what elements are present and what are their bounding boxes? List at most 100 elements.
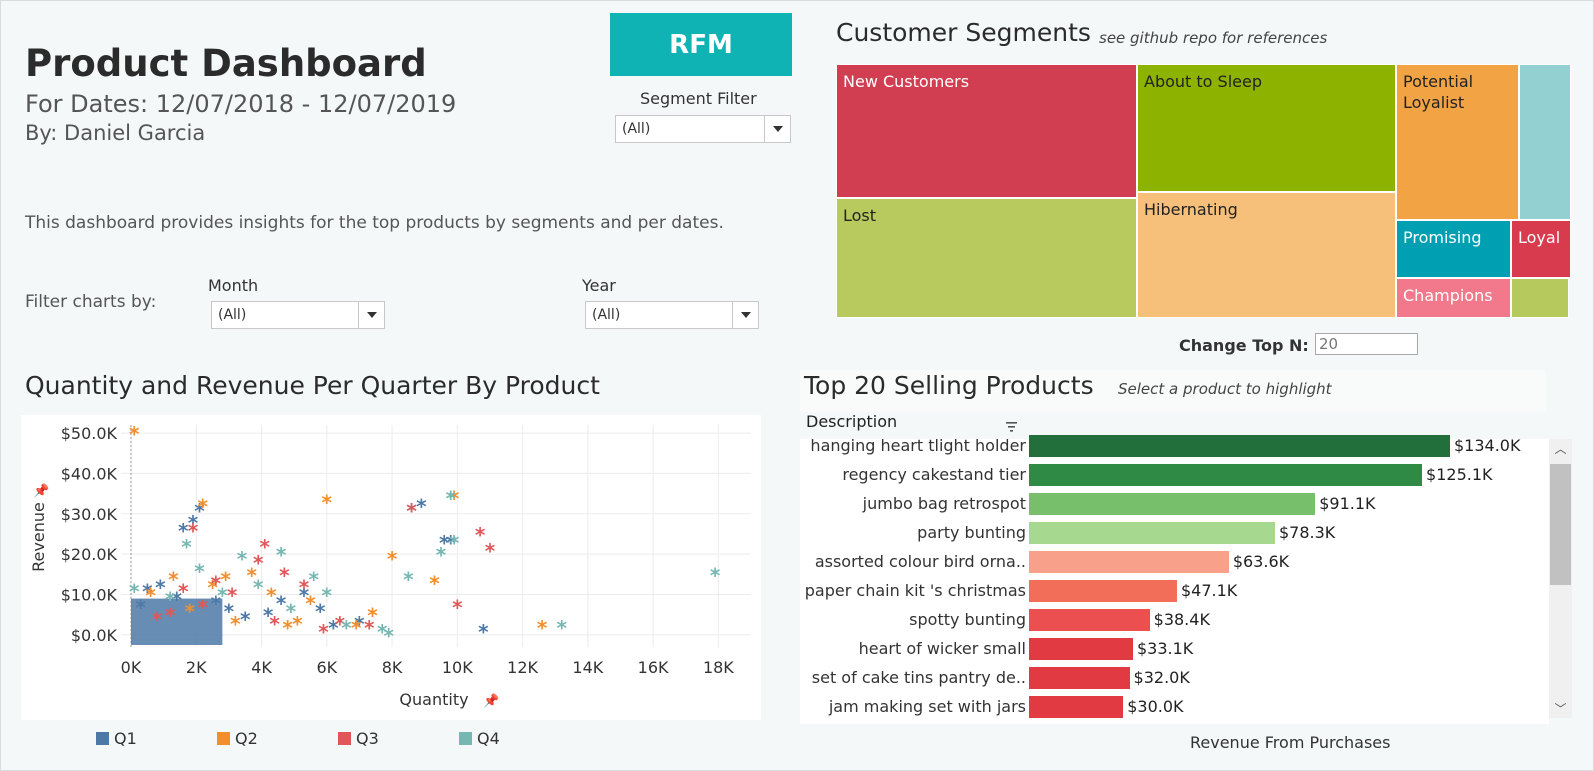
scrollbar-thumb[interactable] — [1550, 464, 1571, 585]
segment-tile[interactable]: Champions — [1396, 278, 1511, 318]
scatter-point-q4: * — [129, 579, 140, 603]
scatter-point-q1: * — [416, 495, 427, 519]
bar-category-label[interactable]: jumbo bag retrospot — [863, 494, 1026, 513]
scatter-point-q4: * — [217, 584, 228, 608]
scatter-point-q4: * — [165, 588, 176, 612]
bar[interactable] — [1029, 464, 1423, 486]
scatter-point-q2: * — [537, 616, 548, 640]
legend-label: Q2 — [235, 729, 258, 748]
segment-tile[interactable] — [1511, 278, 1569, 318]
scatter-point-q1: * — [240, 608, 251, 632]
scatter-point-q3: * — [178, 579, 189, 603]
y-tick-label: $0.0K — [71, 626, 118, 645]
bar[interactable] — [1029, 696, 1124, 718]
bar-category-label[interactable]: regency cakestand tier — [842, 465, 1026, 484]
bar-value-label: $30.0K — [1127, 697, 1184, 716]
segment-filter-dropdown[interactable]: (All) — [615, 115, 791, 143]
y-tick-label: $30.0K — [61, 505, 118, 524]
scatter-point-q4: * — [377, 620, 388, 644]
scatter-point-q4: * — [449, 531, 460, 555]
legend-swatch — [96, 732, 109, 745]
scatter-point-q2: * — [351, 616, 362, 640]
bar-category-label[interactable]: paper chain kit 's christmas — [805, 581, 1026, 600]
legend-label: Q1 — [114, 729, 137, 748]
segment-filter-label: Segment Filter — [640, 89, 757, 108]
x-tick-label: 16K — [638, 658, 669, 677]
scatter-point-q1: * — [478, 620, 489, 644]
scatter-point-q4: * — [403, 567, 414, 591]
segment-tile[interactable]: Loyal — [1511, 220, 1571, 278]
bar-category-label[interactable]: spotty bunting — [909, 610, 1026, 629]
page-title: Product Dashboard — [25, 42, 427, 85]
month-filter-dropdown[interactable]: (All) — [211, 301, 385, 329]
bar-value-label: $32.0K — [1133, 668, 1190, 687]
scatter-chart[interactable]: 0K 2K 4K 6K 8K 10K 12K 14K 16K 18K $0.0K $10.0K $20.… — [21, 415, 761, 720]
segment-tile[interactable]: Hibernating — [1137, 192, 1396, 318]
bar-value-label: $63.6K — [1232, 552, 1290, 571]
segment-tile[interactable]: New Customers — [836, 64, 1137, 198]
bar-category-label[interactable]: set of cake tins pantry de.. — [812, 668, 1026, 687]
year-filter-value: (All) — [592, 307, 621, 323]
scatter-point-q4: * — [237, 547, 248, 571]
scatter-point-q3: * — [269, 612, 280, 636]
bar-category-label[interactable]: hanging heart tlight holder — [810, 436, 1026, 455]
x-tick-label: 2K — [186, 658, 207, 677]
bars-note: Select a product to highlight — [1118, 380, 1332, 398]
chevron-down-icon[interactable] — [732, 302, 758, 328]
bar[interactable] — [1029, 580, 1177, 602]
x-tick-label: 10K — [442, 658, 473, 677]
legend-item-q1[interactable]: Q1 — [96, 729, 137, 748]
year-filter-dropdown[interactable]: (All) — [585, 301, 759, 329]
bar[interactable] — [1029, 522, 1275, 544]
legend-item-q3[interactable]: Q3 — [338, 729, 379, 748]
bar-value-label: $38.4K — [1153, 610, 1210, 629]
scatter-point-q3: * — [406, 499, 417, 523]
scatter-point-q4: * — [194, 559, 205, 583]
bar-category-label[interactable]: party bunting — [917, 523, 1026, 542]
pin-icon: 📌 — [33, 482, 49, 499]
bar[interactable] — [1029, 435, 1450, 457]
segment-tile[interactable]: About to Sleep — [1137, 64, 1396, 192]
scatter-point-q4: * — [309, 567, 320, 591]
segments-note: see github repo for references — [1099, 29, 1328, 47]
x-tick-label: 8K — [382, 658, 403, 677]
month-filter-value: (All) — [218, 307, 247, 323]
bar-category-label[interactable]: assorted colour bird orna.. — [815, 552, 1026, 571]
scatter-point-q4: * — [286, 600, 297, 624]
scatter-title: Quantity and Revenue Per Quarter By Prod… — [25, 371, 600, 400]
legend-swatch — [459, 732, 472, 745]
scroll-up-icon[interactable]: ︿ — [1550, 440, 1571, 460]
y-tick-label: $20.0K — [61, 545, 118, 564]
chevron-down-icon[interactable] — [358, 302, 384, 328]
bar-chart: hanging heart tlight holder $134.0K regenc… — [800, 417, 1546, 723]
bar-category-label[interactable]: heart of wicker small — [859, 639, 1026, 658]
top-n-input[interactable]: 20 — [1315, 333, 1418, 355]
segment-tile[interactable] — [1519, 64, 1571, 220]
bar-value-label: $47.1K — [1180, 581, 1238, 600]
filter-charts-label: Filter charts by: — [25, 292, 157, 312]
legend-item-q2[interactable]: Q2 — [217, 729, 258, 748]
segment-tile[interactable]: Promising — [1396, 220, 1511, 278]
bar[interactable] — [1029, 551, 1229, 573]
segments-title: Customer Segments — [836, 18, 1091, 47]
y-tick-label: $10.0K — [61, 586, 118, 605]
x-tick-label: 14K — [572, 658, 603, 677]
segments-treemap: New Customers About to Sleep Potential Loya… — [836, 64, 1571, 318]
x-tick-label: 12K — [507, 658, 538, 677]
legend-swatch — [338, 732, 351, 745]
legend-item-q4[interactable]: Q4 — [459, 729, 500, 748]
y-tick-label: $50.0K — [61, 424, 118, 443]
segment-tile[interactable]: Potential Loyalist — [1396, 64, 1519, 220]
chevron-down-icon[interactable] — [764, 116, 790, 142]
segment-tile[interactable]: Lost — [836, 198, 1137, 318]
scatter-point-q4: * — [181, 535, 192, 559]
scroll-down-icon[interactable]: ﹀ — [1550, 700, 1571, 720]
bar[interactable] — [1029, 609, 1150, 631]
pin-icon: 📌 — [483, 692, 499, 709]
bar[interactable] — [1029, 667, 1130, 689]
scatter-point-q4: * — [446, 487, 457, 511]
bar[interactable] — [1029, 493, 1316, 515]
bar-category-label[interactable]: jam making set with jars — [829, 697, 1026, 716]
rfm-button[interactable]: RFM — [610, 13, 792, 76]
bar[interactable] — [1029, 638, 1133, 660]
